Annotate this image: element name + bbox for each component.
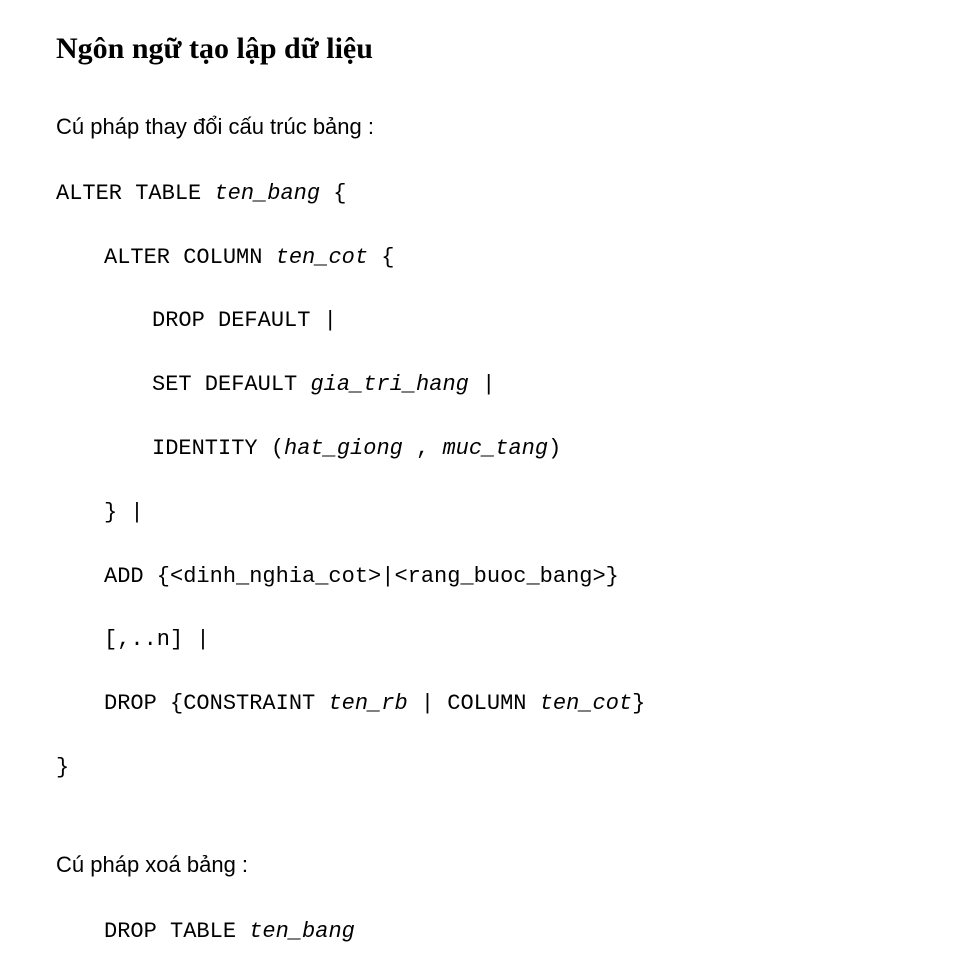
code-line: DROP DEFAULT | — [56, 305, 904, 337]
code-text: DROP DEFAULT | — [152, 308, 337, 333]
code-text: } | — [104, 500, 144, 525]
code-text: ADD {<dinh_nghia_cot>|<rang_buoc_bang>} — [104, 564, 619, 589]
page-title: Ngôn ngữ tạo lập dữ liệu — [56, 32, 904, 66]
code-identifier: gia_tri_hang — [310, 372, 468, 397]
code-line: DROP TABLE ten_bang — [56, 916, 904, 948]
code-text: | — [469, 372, 495, 397]
code-identifier: ten_cot — [276, 245, 368, 270]
code-keyword: SET DEFAULT — [152, 372, 310, 397]
code-identifier: muc_tang — [442, 436, 548, 461]
code-identifier: ten_bang — [214, 181, 320, 206]
code-keyword: DROP {CONSTRAINT — [104, 691, 328, 716]
code-line: SET DEFAULT gia_tri_hang | — [56, 369, 904, 401]
code-line: } — [56, 752, 904, 784]
code-text: { — [320, 181, 346, 206]
code-line: ADD {<dinh_nghia_cot>|<rang_buoc_bang>} — [56, 561, 904, 593]
code-identifier: hat_giong — [284, 436, 403, 461]
code-keyword: DROP TABLE — [104, 919, 249, 944]
code-line: [,..n] | — [56, 624, 904, 656]
code-text: [,..n] | — [104, 627, 210, 652]
code-text: | COLUMN — [408, 691, 540, 716]
code-identifier: ten_cot — [540, 691, 632, 716]
code-keyword: ALTER TABLE — [56, 181, 214, 206]
code-line: } | — [56, 497, 904, 529]
code-text: } — [56, 755, 69, 780]
code-text: { — [368, 245, 394, 270]
code-identifier: ten_bang — [249, 919, 355, 944]
code-block-drop: DROP TABLE ten_bang — [56, 884, 904, 979]
section-heading-drop: Cú pháp xoá bảng : — [56, 852, 904, 878]
code-text: } — [632, 691, 645, 716]
code-line: ALTER TABLE ten_bang { — [56, 178, 904, 210]
code-line: IDENTITY (hat_giong , muc_tang) — [56, 433, 904, 465]
code-keyword: ALTER COLUMN — [104, 245, 276, 270]
code-text: ) — [548, 436, 561, 461]
code-identifier: ten_rb — [328, 691, 407, 716]
code-text: , — [403, 436, 443, 461]
section-heading-alter: Cú pháp thay đổi cấu trúc bảng : — [56, 114, 904, 140]
code-keyword: IDENTITY ( — [152, 436, 284, 461]
code-line: ALTER COLUMN ten_cot { — [56, 242, 904, 274]
code-line: DROP {CONSTRAINT ten_rb | COLUMN ten_cot… — [56, 688, 904, 720]
code-block-alter: ALTER TABLE ten_bang { ALTER COLUMN ten_… — [56, 146, 904, 816]
